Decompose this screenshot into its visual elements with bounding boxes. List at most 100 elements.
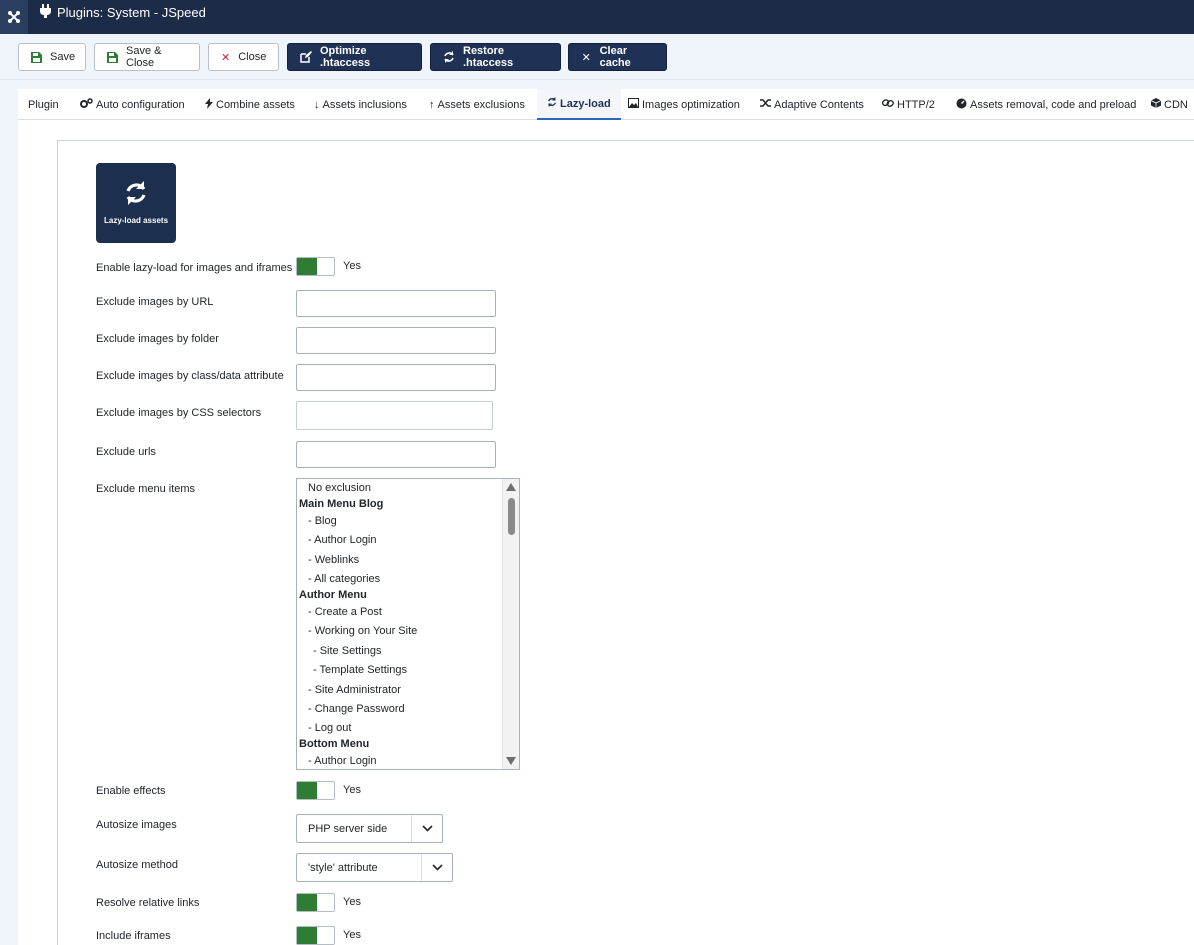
switch-on-indicator <box>297 927 317 944</box>
optimize-htaccess-button[interactable]: Optimize .htaccess <box>287 43 422 71</box>
tab-label: Assets inclusions <box>322 98 407 111</box>
plug-icon <box>40 4 51 21</box>
exclude-url-label: Exclude images by URL <box>96 296 214 308</box>
page-title: Plugins: System - JSpeed <box>40 4 206 21</box>
floppy-icon <box>107 51 118 63</box>
save-close-label: Save & Close <box>126 45 162 69</box>
link-icon <box>881 98 894 111</box>
tab-label: Assets exclusions <box>437 98 525 111</box>
optimize-label: Optimize .htaccess <box>320 45 371 69</box>
exclude-folder-label: Exclude images by folder <box>96 333 219 345</box>
menu-option[interactable]: No exclusion <box>308 482 371 494</box>
exclude-class-input[interactable] <box>296 364 496 391</box>
save-button[interactable]: Save <box>18 43 86 71</box>
page-title-text: Plugins: System - JSpeed <box>57 5 206 20</box>
autosize-images-select[interactable]: PHP server side <box>296 814 443 843</box>
cogs-icon <box>80 98 93 111</box>
floppy-icon <box>31 51 42 63</box>
enable-effects-label: Enable effects <box>96 785 166 797</box>
bolt-icon <box>205 97 213 112</box>
include-iframes-label: Include iframes <box>96 930 171 942</box>
clear-cache-button[interactable]: ✕ Clear cache <box>568 43 667 71</box>
save-label: Save <box>50 51 76 63</box>
autosize-images-value: PHP server side <box>308 823 388 835</box>
tab-combine-assets[interactable]: Combine assets <box>195 89 305 120</box>
tab-assets-removal[interactable]: Assets removal, code and preload <box>946 89 1146 120</box>
edit-icon <box>300 51 312 63</box>
tab-cdn[interactable]: CDN <box>1141 89 1194 120</box>
listbox-scrollbar[interactable] <box>502 479 519 769</box>
arrow-down-icon: ↓ <box>314 98 320 111</box>
close-icon: ✕ <box>581 51 591 64</box>
menu-option[interactable]: - All categories <box>308 573 380 585</box>
scroll-down-icon[interactable] <box>506 757 516 765</box>
tab-label: Plugin <box>28 98 59 111</box>
include-iframes-switch[interactable] <box>296 926 335 945</box>
close-button[interactable]: ✕ Close <box>208 43 279 71</box>
tab-label: Combine assets <box>216 98 295 111</box>
menu-option[interactable]: - Author Login <box>308 534 377 546</box>
random-icon <box>760 98 771 111</box>
restore-htaccess-button[interactable]: Restore .htaccess <box>430 43 561 71</box>
tab-label: Images optimization <box>642 98 740 111</box>
lazy-load-assets-card[interactable]: Lazy-load assets <box>96 163 176 243</box>
refresh-icon <box>443 51 455 63</box>
menu-group: Bottom Menu <box>299 738 370 750</box>
tab-label: CDN <box>1164 98 1188 111</box>
exclude-class-label: Exclude images by class/data attribute <box>96 370 284 382</box>
menu-option[interactable]: - Log out <box>308 722 351 734</box>
switch-on-indicator <box>297 894 317 911</box>
tab-http2[interactable]: HTTP/2 <box>872 89 945 120</box>
switch-on-indicator <box>297 258 317 275</box>
scroll-up-icon[interactable] <box>506 483 516 491</box>
toolbar: Save Save & Close ✕ Close Optimize .htac… <box>0 34 1194 80</box>
top-header: Plugins: System - JSpeed <box>0 0 1194 34</box>
resolve-links-switch[interactable] <box>296 893 335 912</box>
chevron-down-icon <box>421 854 452 881</box>
enable-effects-state: Yes <box>343 784 361 796</box>
exclude-urls-input[interactable] <box>296 441 496 468</box>
tab-bar: Plugin Auto configuration Combine assets… <box>18 89 1194 120</box>
exclude-folder-input[interactable] <box>296 327 496 354</box>
menu-option[interactable]: - Change Password <box>308 703 405 715</box>
include-iframes-state: Yes <box>343 929 361 941</box>
menu-option[interactable]: - Template Settings <box>313 664 407 676</box>
enable-effects-switch[interactable] <box>296 781 335 800</box>
tab-assets-inclusions[interactable]: ↓ Assets inclusions <box>304 89 417 120</box>
tab-assets-exclusions[interactable]: ↑ Assets exclusions <box>419 89 535 120</box>
tab-label: Auto configuration <box>96 98 185 111</box>
tab-auto-configuration[interactable]: Auto configuration <box>70 89 195 120</box>
enable-lazyload-label: Enable lazy-load for images and iframes <box>96 262 293 274</box>
exclude-menu-listbox[interactable]: No exclusion Main Menu Blog - Blog - Author… <box>296 478 520 770</box>
save-close-button[interactable]: Save & Close <box>94 43 200 71</box>
image-icon <box>628 98 639 111</box>
tab-images-optimization[interactable]: Images optimization <box>618 89 750 120</box>
tab-label: Assets removal, code and preload <box>970 98 1137 111</box>
menu-option[interactable]: - Author Login <box>308 755 377 767</box>
exclude-url-input[interactable] <box>296 290 496 317</box>
refresh-icon <box>124 181 148 208</box>
dashboard-icon <box>956 98 967 112</box>
menu-option[interactable]: - Create a Post <box>308 606 382 618</box>
tab-adaptive-contents[interactable]: Adaptive Contents <box>750 89 874 120</box>
exclude-css-input[interactable] <box>296 401 493 430</box>
tab-plugin[interactable]: Plugin <box>18 89 69 120</box>
menu-option[interactable]: - Weblinks <box>308 554 359 566</box>
exclude-menu-label: Exclude menu items <box>96 483 196 495</box>
tab-lazy-load[interactable]: Lazy-load <box>537 89 621 120</box>
menu-option[interactable]: - Site Administrator <box>308 684 401 696</box>
autosize-images-label: Autosize images <box>96 819 177 831</box>
restore-label: Restore .htaccess <box>463 45 514 69</box>
clear-cache-label: Clear cache <box>599 45 631 69</box>
menu-option[interactable]: - Working on Your Site <box>308 625 417 637</box>
joomla-logo-icon[interactable] <box>0 0 28 34</box>
scroll-thumb[interactable] <box>508 498 515 535</box>
enable-lazyload-switch[interactable] <box>296 257 335 276</box>
lazy-load-assets-label: Lazy-load assets <box>103 216 169 225</box>
exclude-urls-label: Exclude urls <box>96 446 156 458</box>
menu-option[interactable]: - Site Settings <box>313 645 381 657</box>
menu-option[interactable]: - Blog <box>308 515 337 527</box>
refresh-icon <box>547 97 557 110</box>
autosize-method-select[interactable]: 'style' attribute <box>296 853 453 882</box>
tab-label: Adaptive Contents <box>774 98 864 111</box>
